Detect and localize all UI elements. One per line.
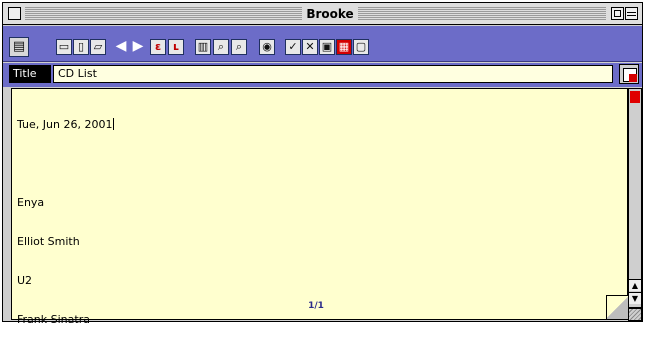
find-next-icon[interactable]: ⌕: [231, 39, 247, 55]
page-indicator: 1/1: [308, 301, 324, 311]
paste-icon[interactable]: ▦: [336, 39, 352, 55]
toolbar: ▤ ▭ ▯ ▱ ◀ ▶ ε ʟ ▥ ⌕ ⌕ ◉ ✓ ✕ ▣ ▦ ▢: [3, 26, 642, 62]
list-item: U2: [17, 274, 33, 287]
resize-grip-icon[interactable]: [628, 308, 642, 321]
list-item: Enya: [17, 196, 45, 209]
collapse-box-button[interactable]: [625, 7, 638, 20]
scroll-down-arrow-icon[interactable]: ▼: [629, 292, 641, 304]
url-icon[interactable]: ◉: [259, 39, 275, 55]
title-bar-stripes-right: [358, 7, 606, 20]
find-icon[interactable]: ⌕: [213, 39, 229, 55]
title-label: Title: [9, 65, 51, 83]
first-record-icon[interactable]: ε: [150, 39, 166, 55]
copy-icon[interactable]: ▣: [319, 39, 335, 55]
new-document-icon[interactable]: ▯: [73, 39, 89, 55]
scroll-up-arrow-icon[interactable]: ▲: [629, 279, 641, 291]
text-cursor: [113, 118, 115, 130]
previous-arrow-icon[interactable]: ◀: [113, 39, 129, 55]
close-box-button[interactable]: [8, 7, 21, 20]
date-line: Tue, Jun 26, 2001: [17, 118, 115, 131]
trash-icon[interactable]: ▥: [195, 39, 211, 55]
list-item: Frank Sinatra: [17, 313, 90, 326]
check-edit-icon[interactable]: ✓: [285, 39, 301, 55]
open-document-icon[interactable]: ▱: [90, 39, 106, 55]
title-bar[interactable]: Brooke: [3, 3, 642, 25]
record-body-text[interactable]: Tue, Jun 26, 2001 Enya Elliot Smith U2 F…: [17, 92, 115, 352]
scroll-thumb[interactable]: [630, 91, 640, 103]
last-record-icon[interactable]: ʟ: [168, 39, 184, 55]
title-input[interactable]: CD List: [53, 65, 613, 83]
folder-icon[interactable]: ▭: [56, 39, 72, 55]
title-bar-stripes-left: [25, 7, 302, 20]
window-title: Brooke: [302, 6, 358, 22]
record-body-text-area[interactable]: Tue, Jun 26, 2001 Enya Elliot Smith U2 F…: [11, 88, 628, 326]
list-item: Elliot Smith: [17, 235, 80, 248]
document-window: Brooke ▤ ▭ ▯ ▱ ◀ ▶ ε ʟ ▥ ⌕ ⌕ ◉ ✓ ✕ ▣ ▦ ▢…: [2, 2, 643, 326]
vertical-scrollbar[interactable]: ▲ ▼: [628, 88, 642, 308]
page-curl-icon[interactable]: [606, 295, 628, 319]
clear-icon[interactable]: ▢: [353, 39, 369, 55]
record-date: Tue, Jun 26, 2001: [17, 118, 113, 131]
zoom-box-button[interactable]: [611, 7, 624, 20]
title-field-button[interactable]: [619, 64, 639, 84]
title-field-row: Title CD List: [3, 63, 642, 87]
calculator-icon[interactable]: ▤: [9, 37, 29, 57]
cut-icon[interactable]: ✕: [302, 39, 318, 55]
next-arrow-icon[interactable]: ▶: [130, 39, 146, 55]
